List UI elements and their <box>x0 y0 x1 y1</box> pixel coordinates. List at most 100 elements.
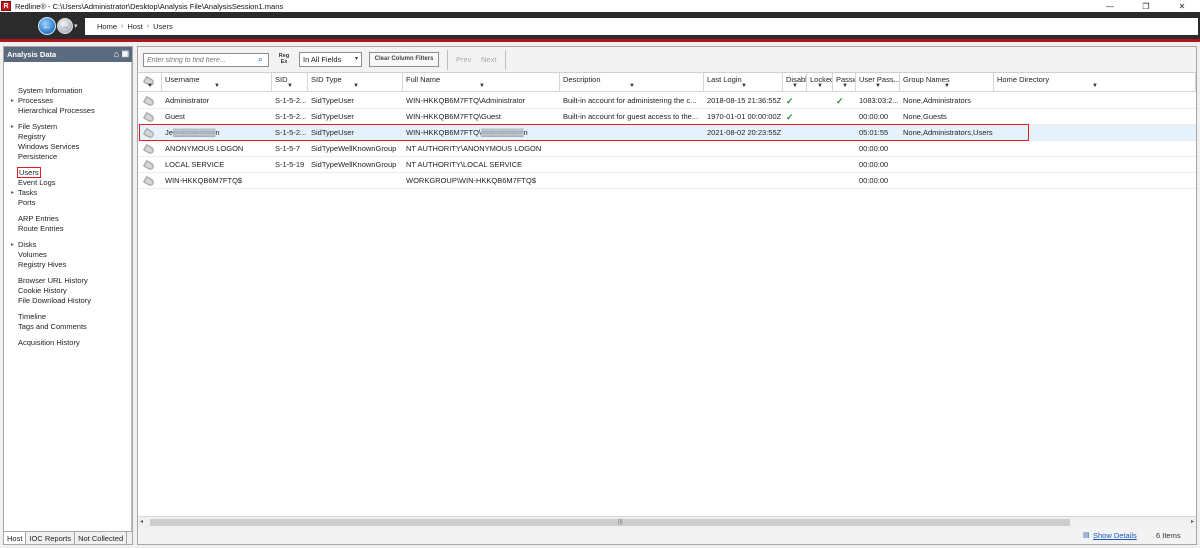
sidebar-item-system-information[interactable]: System Information <box>18 86 83 96</box>
search-input[interactable] <box>143 53 269 67</box>
table-row[interactable]: LOCAL SERVICE S-1-5-19 SidTypeWellKnownGro… <box>138 157 1196 173</box>
back-arrow-icon[interactable]: ← <box>38 17 56 35</box>
expand-arrow-icon[interactable]: ▸ <box>11 240 14 250</box>
expand-arrow-icon[interactable]: ▸ <box>11 96 14 106</box>
filter-icon[interactable]: ▼ <box>817 83 823 89</box>
breadcrumb-home[interactable]: Home <box>97 22 117 31</box>
filter-icon[interactable]: ▼ <box>944 83 950 89</box>
sidebar-item-browser-url-history[interactable]: Browser URL History <box>18 276 88 286</box>
last-login-cell <box>704 157 783 173</box>
user-password-age-column-header[interactable]: User Pass... ▼ <box>856 73 900 92</box>
sidebar-item-label: Tags and Comments <box>18 322 87 331</box>
description-column-header[interactable]: Description ▼ <box>560 73 704 92</box>
breadcrumb-users[interactable]: Users <box>153 22 173 31</box>
tab-host[interactable]: Host <box>4 532 27 544</box>
sidebar-item-processes[interactable]: Processes <box>18 96 53 106</box>
expand-arrow-icon[interactable]: ▸ <box>11 122 14 132</box>
sidebar-item-event-logs[interactable]: Event Logs <box>18 178 56 188</box>
tag-icon[interactable] <box>142 95 156 108</box>
field-scope-select[interactable]: In All Fields ▾ <box>299 52 362 67</box>
sidebar-item-route-entries[interactable]: Route Entries <box>18 224 63 234</box>
filter-icon[interactable]: ▼ <box>214 83 220 89</box>
password-column-header[interactable]: Passwi▼ <box>833 73 856 92</box>
sidebar-item-tags-and-comments[interactable]: Tags and Comments <box>18 322 87 332</box>
breadcrumb-host[interactable]: Host <box>127 22 142 31</box>
table-row[interactable]: Administrator S-1-5-2... SidTypeUser WIN-HK… <box>138 93 1196 109</box>
sidebar-item-persistence[interactable]: Persistence <box>18 152 57 162</box>
home-icon[interactable]: ⌂ <box>114 49 119 59</box>
tag-icon[interactable] <box>142 111 156 124</box>
filter-icon[interactable]: ▼ <box>842 83 848 89</box>
clear-column-filters-button[interactable]: Clear Column Filters <box>369 52 439 67</box>
tag-icon[interactable] <box>142 175 156 188</box>
filter-icon[interactable]: ▼ <box>353 83 359 89</box>
sidebar-item-windows-services[interactable]: Windows Services <box>18 142 79 152</box>
tag-icon[interactable] <box>142 143 156 156</box>
regex-toggle-button[interactable]: Reg Ex <box>278 53 290 65</box>
disabled-column-header[interactable]: Disable▼ <box>783 73 807 92</box>
filter-icon[interactable]: ▼ <box>147 83 153 89</box>
description-cell <box>560 141 704 157</box>
sidebar-item-registry-hives[interactable]: Registry Hives <box>18 260 66 270</box>
group-names-column-header[interactable]: Group Names ▼ <box>900 73 994 92</box>
pin-icon[interactable]: ▣ <box>121 49 129 58</box>
show-details-link[interactable]: Show Details <box>1093 531 1137 540</box>
filter-icon[interactable]: ▼ <box>479 83 485 89</box>
sidebar-item-label: Cookie History <box>18 286 67 295</box>
filter-icon[interactable]: ▼ <box>741 83 747 89</box>
filter-icon[interactable]: ▼ <box>875 83 881 89</box>
full-name-column-header[interactable]: Full Name ▼ <box>403 73 560 92</box>
tag-icon[interactable] <box>142 159 156 172</box>
tag-column-header[interactable]: ▼ <box>138 73 162 92</box>
table-row[interactable]: WIN-HKKQB6M7FTQ$ WORKGROUP\WIN-HKKQB6M7FT… <box>138 173 1196 189</box>
details-icon[interactable]: ▤ <box>1083 531 1090 539</box>
home-directory-column-header[interactable]: Home Directory ▼ <box>994 73 1196 92</box>
tab-not-collected[interactable]: Not Collected <box>75 532 128 544</box>
sid-type-column-header[interactable]: SID Type ▼ <box>308 73 403 92</box>
table-row[interactable]: ANONYMOUS LOGON S-1-5-7 SidTypeWellKnownGr… <box>138 141 1196 157</box>
search-icon[interactable]: ⌕ <box>258 54 263 65</box>
sidebar-item-volumes[interactable]: Volumes <box>18 250 47 260</box>
sidebar-item-registry[interactable]: Registry <box>18 132 46 142</box>
minimize-button[interactable]: — <box>1092 0 1128 12</box>
expand-arrow-icon[interactable]: ▸ <box>11 188 14 198</box>
scrollbar-thumb[interactable]: ||| <box>150 519 1070 526</box>
last-login-cell: 2018-08-15 21:36:55Z <box>707 96 782 105</box>
locked-cell <box>807 157 833 173</box>
sidebar-list: System Information Processes ▸ Hierarchical… <box>4 62 132 532</box>
horizontal-scrollbar[interactable]: ◂ ||| ▸ <box>138 516 1196 528</box>
filter-icon[interactable]: ▼ <box>287 83 293 89</box>
sidebar-item-disks[interactable]: Disks <box>18 240 36 250</box>
last-login-column-header[interactable]: Last Login ▼ <box>704 73 783 92</box>
sidebar-item-ports[interactable]: Ports <box>18 198 36 208</box>
forward-arrow-icon[interactable]: → <box>57 18 73 34</box>
scroll-left-icon[interactable]: ◂ <box>140 518 143 525</box>
sidebar-item-file-system[interactable]: File System <box>18 122 57 132</box>
tab-ioc-reports[interactable]: IOC Reports <box>26 532 76 544</box>
sidebar-item-timeline[interactable]: Timeline <box>18 312 46 322</box>
sidebar-item-hierarchical-processes[interactable]: Hierarchical Processes <box>18 106 95 116</box>
sid-column-header[interactable]: SID ▼ <box>272 73 308 92</box>
username-column-header[interactable]: Username ▼ <box>162 73 272 92</box>
scroll-right-icon[interactable]: ▸ <box>1191 518 1194 525</box>
close-button[interactable]: ✕ <box>1164 0 1200 12</box>
filter-icon[interactable]: ▼ <box>629 83 635 89</box>
sidebar-item-arp-entries[interactable]: ARP Entries <box>18 214 59 224</box>
filter-icon[interactable]: ▼ <box>1092 83 1098 89</box>
sidebar-item-tasks[interactable]: Tasks <box>18 188 37 198</box>
history-dropdown-icon[interactable]: ▾ <box>74 22 78 30</box>
locked-column-header[interactable]: Lockec ▼ <box>807 73 833 92</box>
sidebar-item-label: Acquisition History <box>18 338 80 347</box>
maximize-button[interactable]: ❐ <box>1128 0 1164 12</box>
sidebar-item-label: File System <box>18 122 58 131</box>
sidebar-item-label: Route Entries <box>18 224 64 233</box>
sid-type-cell: SidTypeUser <box>311 112 354 121</box>
next-button[interactable]: Next <box>481 55 496 64</box>
sidebar-item-acquisition-history[interactable]: Acquisition History <box>18 338 80 348</box>
prev-button[interactable]: Prev <box>456 55 471 64</box>
sidebar-item-file-download-history[interactable]: File Download History <box>18 296 91 306</box>
filter-icon[interactable]: ▼ <box>792 83 798 89</box>
sidebar-item-cookie-history[interactable]: Cookie History <box>18 286 67 296</box>
table-row[interactable]: Guest S-1-5-2... SidTypeUser WIN-HKKQB6M7FT… <box>138 109 1196 125</box>
sidebar-item-users[interactable]: Users <box>17 167 41 178</box>
